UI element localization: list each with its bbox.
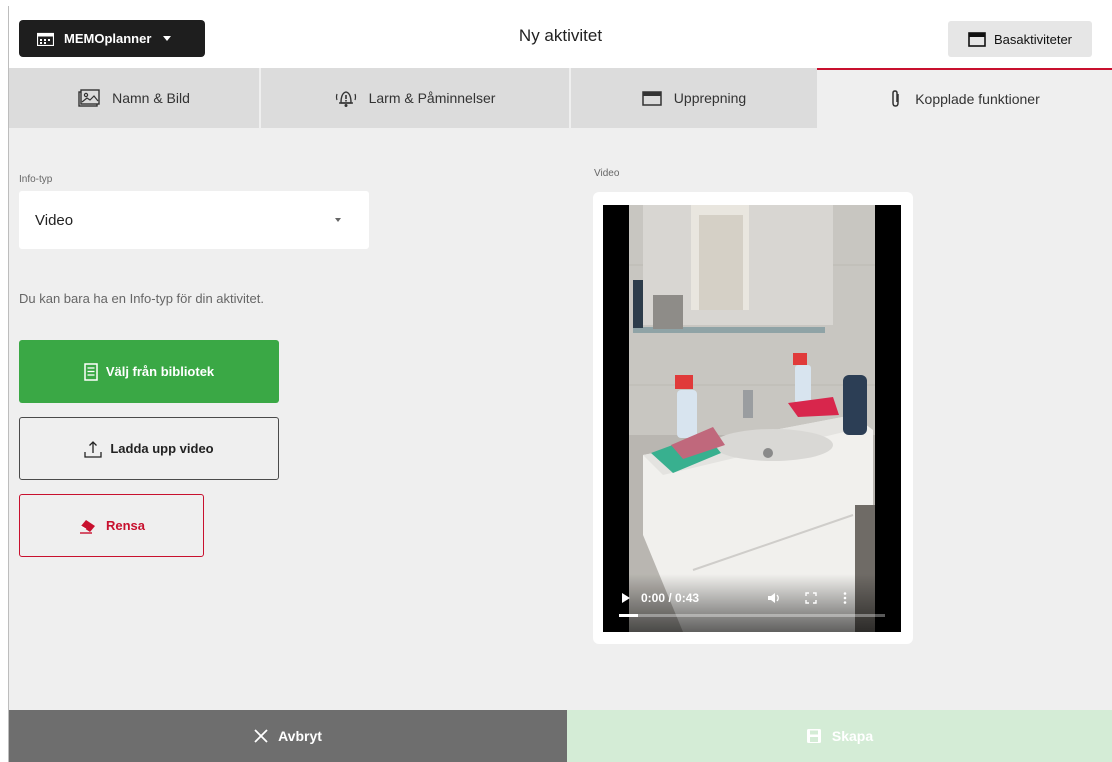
memoplanner-label: MEMOplanner	[64, 31, 152, 46]
play-icon[interactable]	[621, 592, 631, 604]
document-icon	[84, 362, 98, 381]
tab-label: Namn & Bild	[112, 90, 190, 106]
paperclip-icon	[892, 90, 899, 107]
tab-repetition[interactable]: Upprepning	[569, 68, 817, 128]
video-progress-fill	[619, 614, 638, 617]
image-icon	[78, 89, 100, 107]
create-button[interactable]: Skapa	[567, 710, 1112, 762]
upload-video-label: Ladda upp video	[110, 441, 214, 456]
video-card: 0:00 / 0:43	[593, 192, 913, 644]
info-type-label: Info-typ	[19, 174, 53, 185]
upload-video-button[interactable]: Ladda upp video	[19, 417, 279, 480]
cancel-label: Avbryt	[278, 728, 322, 744]
choose-from-library-label: Välj från bibliotek	[105, 364, 215, 379]
basic-activities-button[interactable]: Basaktiviteter	[948, 21, 1092, 57]
tab-alarms-reminders[interactable]: Larm & Påminnelser	[259, 68, 569, 128]
memoplanner-menu-button[interactable]: MEMOplanner	[19, 20, 205, 57]
tab-label: Larm & Påminnelser	[368, 90, 496, 106]
fullscreen-icon[interactable]	[805, 592, 817, 604]
tab-bar: Namn & Bild Larm & Påminnelser Upprepnin…	[9, 68, 1112, 128]
save-icon	[806, 729, 821, 743]
choose-from-library-button[interactable]: Välj från bibliotek	[19, 340, 279, 403]
calendar-icon	[968, 32, 986, 47]
close-icon	[254, 729, 268, 743]
video-progress-bar[interactable]	[619, 614, 885, 617]
calendar-icon	[642, 91, 662, 106]
tab-label: Kopplade funktioner	[915, 91, 1040, 107]
app-window: MEMOplanner Ny aktivitet Basaktiviteter …	[8, 6, 1112, 762]
info-type-select[interactable]: Video	[19, 191, 369, 249]
video-time: 0:00 / 0:43	[641, 591, 700, 605]
info-type-note: Du kan bara ha en Info-typ för din aktiv…	[19, 291, 264, 306]
eraser-icon	[79, 519, 95, 534]
more-options-icon[interactable]	[843, 592, 847, 604]
header: MEMOplanner Ny aktivitet Basaktiviteter	[9, 6, 1112, 68]
clear-label: Rensa	[105, 518, 146, 533]
video-label: Video	[594, 168, 620, 179]
tab-label: Upprepning	[673, 90, 747, 106]
upload-icon	[84, 440, 102, 458]
video-controls-row: 0:00 / 0:43	[603, 588, 901, 608]
calendar-icon	[37, 32, 54, 46]
caret-down-icon	[163, 36, 172, 41]
alarm-bell-icon	[335, 91, 356, 107]
tab-name-image[interactable]: Namn & Bild	[9, 68, 259, 128]
video-controls: 0:00 / 0:43	[603, 574, 901, 632]
info-type-value: Video	[35, 211, 74, 229]
create-label: Skapa	[831, 728, 874, 744]
tab-linked-functions[interactable]: Kopplade funktioner	[817, 68, 1112, 128]
chevron-down-icon	[335, 218, 341, 222]
clear-button[interactable]: Rensa	[19, 494, 204, 557]
video-player[interactable]: 0:00 / 0:43	[603, 205, 901, 632]
volume-icon[interactable]	[767, 592, 781, 604]
footer: Avbryt Skapa	[9, 710, 1112, 762]
cancel-button[interactable]: Avbryt	[9, 710, 567, 762]
video-frame-bathroom-sink	[603, 205, 901, 632]
basic-activities-label: Basaktiviteter	[993, 31, 1073, 47]
